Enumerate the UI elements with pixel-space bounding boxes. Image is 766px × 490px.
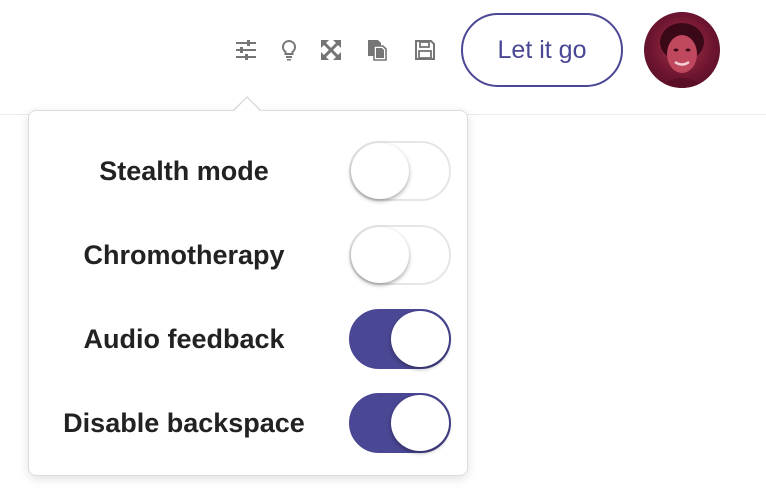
settings-popover: Stealth mode Chromotherapy Audio feedbac…	[28, 110, 468, 476]
toggle-knob	[391, 311, 449, 367]
setting-label: Disable backspace	[63, 407, 305, 438]
top-toolbar: Let it go	[0, 0, 766, 115]
stealth-mode-toggle[interactable]	[349, 141, 451, 201]
toggle-knob	[351, 143, 409, 199]
popover-arrow-fill	[234, 98, 260, 111]
setting-label: Stealth mode	[99, 155, 269, 186]
setting-row-chromotherapy: Chromotherapy	[29, 225, 469, 295]
clone-icon[interactable]	[361, 34, 393, 66]
setting-label: Audio feedback	[83, 323, 285, 354]
disable-backspace-toggle[interactable]	[349, 393, 451, 453]
lightbulb-icon[interactable]	[273, 34, 305, 66]
setting-label: Chromotherapy	[83, 239, 285, 270]
setting-row-stealth-mode: Stealth mode	[29, 141, 469, 211]
settings-sliders-icon[interactable]	[230, 34, 262, 66]
let-it-go-button[interactable]: Let it go	[461, 13, 623, 87]
setting-row-disable-backspace: Disable backspace	[29, 393, 469, 463]
audio-feedback-toggle[interactable]	[349, 309, 451, 369]
save-icon[interactable]	[409, 34, 441, 66]
avatar[interactable]	[644, 12, 720, 88]
setting-row-audio-feedback: Audio feedback	[29, 309, 469, 379]
chromotherapy-toggle[interactable]	[349, 225, 451, 285]
fullscreen-icon[interactable]	[315, 34, 347, 66]
toggle-knob	[391, 395, 449, 451]
toggle-knob	[351, 227, 409, 283]
